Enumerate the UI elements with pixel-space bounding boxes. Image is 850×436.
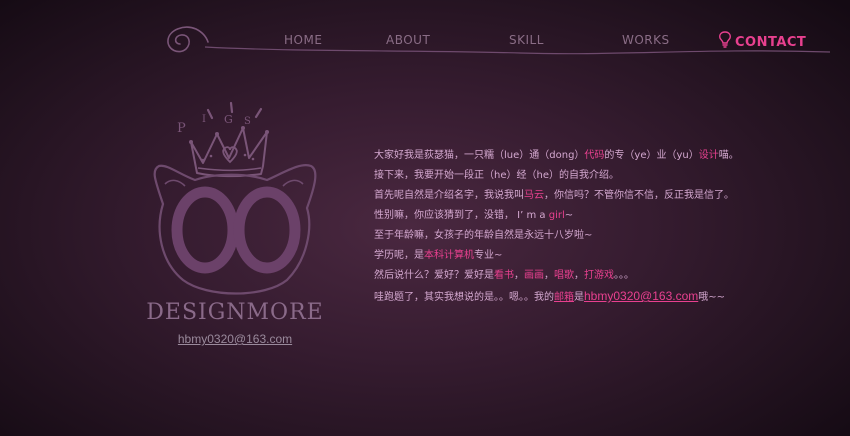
- intro-text-segment: 的专（ye）业（yu）: [604, 150, 699, 161]
- sparkle-marks: [206, 101, 263, 120]
- intro-line: 至于年龄嘛，女孩子的年龄自然是永远十八岁啦~: [374, 226, 834, 246]
- top-navigation: HOME ABOUT SKILL WORKS CONTACT: [0, 0, 850, 60]
- intro-text-segment: 至于年龄嘛，女孩子的年龄自然是永远十八岁啦~: [374, 230, 593, 241]
- intro-text-segment: ，: [574, 270, 584, 281]
- intro-line: 大家好我是荻瑟猫，一只糯（lue）通（dong）代码的专（ye）业（yu）设计喵…: [374, 146, 834, 166]
- nav-about[interactable]: ABOUT: [386, 33, 430, 47]
- intro-text: 大家好我是荻瑟猫，一只糯（lue）通（dong）代码的专（ye）业（yu）设计喵…: [374, 146, 834, 308]
- intro-text-segment: ~: [564, 210, 574, 221]
- crown-letter-p: P: [177, 121, 186, 136]
- crown-letter-i: I: [202, 114, 206, 125]
- intro-mailbox-link[interactable]: 邮箱: [554, 292, 574, 303]
- nav-underline-decoration: [204, 46, 831, 55]
- intro-text-segment: ，: [544, 270, 554, 281]
- intro-text-segment: 学历呢，是: [374, 250, 424, 261]
- intro-text-segment: 是: [574, 292, 584, 303]
- intro-text-segment: 。。。: [614, 270, 634, 281]
- intro-highlight: girl: [548, 210, 565, 221]
- lightbulb-icon: [719, 31, 731, 48]
- logo: P I G S DESIGNMORE hbmy0320@163.com: [135, 100, 335, 360]
- swirl-icon: [167, 26, 209, 53]
- logo-email-link[interactable]: hbmy0320@163.com: [135, 332, 335, 346]
- cat-right-eye: [233, 186, 301, 274]
- intro-text-segment: 哇跑题了，其实我想说的是。。嗯。。我的: [374, 292, 554, 303]
- intro-line: 学历呢，是本科计算机专业~: [374, 246, 834, 266]
- intro-text-segment: 首先呢自然是介绍名字，我说我叫: [374, 190, 524, 201]
- intro-highlight: 打游戏: [584, 270, 614, 281]
- intro-line: 首先呢自然是介绍名字，我说我叫马云，你信吗？不管你信不信，反正我是信了。: [374, 186, 834, 206]
- intro-line: 接下来，我要开始一段正（he）经（he）的自我介绍。: [374, 166, 834, 186]
- cat-left-eye: [171, 186, 239, 274]
- intro-highlight: 马云: [524, 190, 544, 201]
- intro-highlight: 代码: [584, 150, 605, 161]
- intro-highlight: 设计: [698, 150, 719, 161]
- intro-highlight: 画画: [524, 270, 544, 281]
- intro-text-segment: ，你信吗？不管你信不信，反正我是信了。: [544, 190, 734, 201]
- intro-text-segment: 接下来，我要开始一段正（he）经（he）的自我介绍。: [374, 170, 619, 181]
- nav-skill[interactable]: SKILL: [509, 33, 544, 47]
- intro-text-segment: 喵。: [718, 150, 739, 161]
- intro-text-segment: 性别嘛，你应该猜到了，没错， I’ m a: [374, 210, 549, 221]
- intro-highlight: 本科计算机: [424, 250, 474, 261]
- intro-text-segment: 然后说什么？爱好？爱好是: [374, 270, 494, 281]
- nav-works[interactable]: WORKS: [622, 33, 670, 47]
- intro-line: 然后说什么？爱好？爱好是看书，画画，唱歌，打游戏。。。: [374, 266, 834, 286]
- intro-text-segment: 哦~~: [698, 292, 726, 303]
- intro-email-link[interactable]: hbmy0320@163.com: [584, 289, 698, 303]
- intro-highlight: 看书: [494, 270, 514, 281]
- intro-line: 哇跑题了，其实我想说的是。。嗯。。我的邮箱是hbmy0320@163.com哦~…: [374, 286, 834, 308]
- intro-text-segment: 大家好我是荻瑟猫，一只糯（lue）通（dong）: [374, 150, 585, 161]
- cat-crown-logo-graphic: P I G S: [153, 101, 317, 295]
- nav-contact-label: CONTACT: [735, 35, 807, 50]
- intro-highlight: 唱歌: [554, 270, 574, 281]
- crown-letter-g: G: [224, 113, 233, 126]
- intro-line: 性别嘛，你应该猜到了，没错， I’ m a girl~: [374, 206, 834, 226]
- nav-contact[interactable]: CONTACT: [718, 31, 806, 50]
- crown-letter-s: S: [244, 116, 251, 127]
- nav-home[interactable]: HOME: [284, 33, 322, 47]
- intro-text-segment: 专业~: [474, 250, 503, 261]
- brand-name: DESIGNMORE: [146, 300, 324, 325]
- intro-text-segment: ，: [514, 270, 524, 281]
